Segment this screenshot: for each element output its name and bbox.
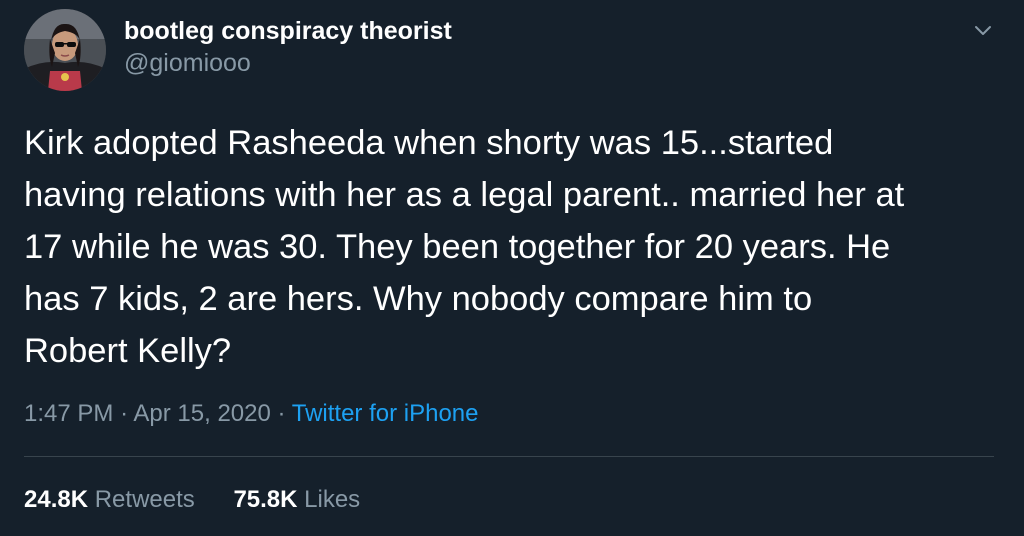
display-name[interactable]: bootleg conspiracy theorist xyxy=(124,15,452,47)
tweet-time[interactable]: 1:47 PM xyxy=(24,400,113,427)
retweets-stat[interactable]: 24.8K Retweets xyxy=(24,482,195,518)
tweet-text-line: Kirk adopted Rasheeda when shorty was 15… xyxy=(24,124,834,162)
likes-label: Likes xyxy=(304,486,361,513)
tweet-stats: 24.8K Retweets 75.8K Likes xyxy=(24,482,360,518)
tweet-text-line: Robert Kelly? xyxy=(24,332,232,370)
meta-separator: · xyxy=(277,400,286,427)
tweet-text-line: 17 while he was 30. They been together f… xyxy=(24,228,891,266)
avatar-photo xyxy=(24,9,106,91)
tweet-text: Kirk adopted Rasheeda when shorty was 15… xyxy=(24,117,1004,377)
tweet-source-link[interactable]: Twitter for iPhone xyxy=(292,400,479,427)
divider xyxy=(24,456,994,457)
author-info: bootleg conspiracy theorist @giomiooo xyxy=(124,15,452,79)
likes-count: 75.8K xyxy=(233,486,298,513)
retweets-label: Retweets xyxy=(94,486,195,513)
tweet-date[interactable]: Apr 15, 2020 xyxy=(133,400,270,427)
user-handle[interactable]: @giomiooo xyxy=(124,47,452,79)
avatar[interactable] xyxy=(24,9,106,91)
tweet-text-line: has 7 kids, 2 are hers. Why nobody compa… xyxy=(24,280,813,318)
chevron-down-icon[interactable] xyxy=(966,18,1000,46)
likes-stat[interactable]: 75.8K Likes xyxy=(233,482,360,518)
retweets-count: 24.8K xyxy=(24,486,89,513)
tweet-text-line: having relations with her as a legal par… xyxy=(24,176,905,214)
tweet-card: bootleg conspiracy theorist @giomiooo Ki… xyxy=(0,0,1024,536)
meta-separator: · xyxy=(120,400,129,427)
tweet-meta: 1:47 PM · Apr 15, 2020 · Twitter for iPh… xyxy=(24,396,479,432)
